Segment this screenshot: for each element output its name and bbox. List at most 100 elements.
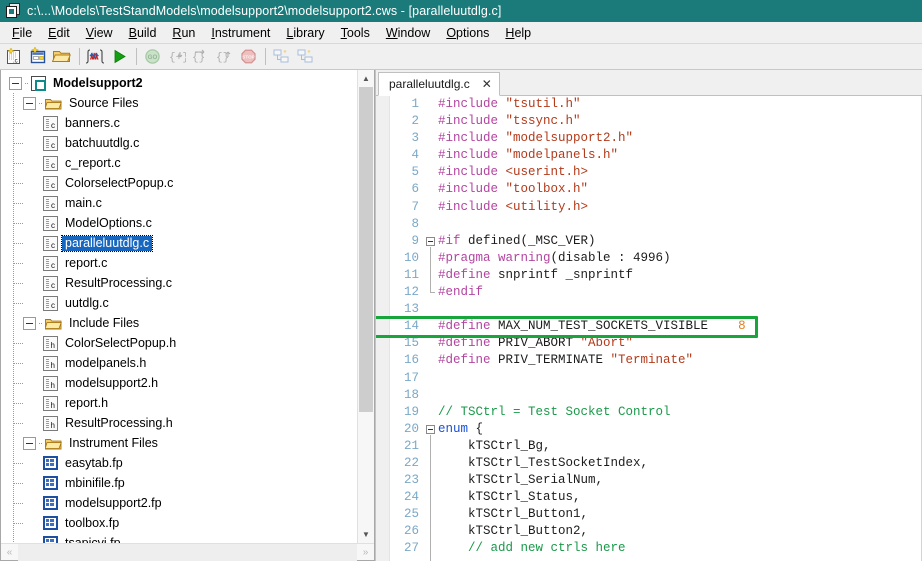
tree-item-file[interactable]: h report.h <box>1 393 357 413</box>
code-token: 4996 <box>633 250 664 265</box>
scroll-left-arrow-icon[interactable]: « <box>1 547 18 558</box>
tree-item-file[interactable]: tsapicvi.fp <box>1 533 357 543</box>
fold-toggle-icon[interactable] <box>426 236 435 246</box>
new-source-file-icon[interactable]: .c <box>3 46 25 68</box>
tree-item-file[interactable]: c uutdlg.c <box>1 293 357 313</box>
tree-item-label: toolbox.fp <box>65 515 120 530</box>
tree-item-file[interactable]: c c_report.c <box>1 153 357 173</box>
code-line[interactable]: #include <userint.h> <box>438 164 922 181</box>
code-line[interactable]: #include "tssync.h" <box>438 113 922 130</box>
code-line[interactable]: // TSCtrl = Test Socket Control <box>438 404 922 421</box>
tab-paralleluutdlg-c[interactable]: paralleluutdlg.c ✕ <box>378 72 500 96</box>
open-folder-icon[interactable] <box>51 46 73 68</box>
menu-instrument[interactable]: Instrument <box>203 24 278 42</box>
tree-item-folder[interactable]: Source Files <box>1 93 357 113</box>
code-line[interactable]: kTSCtrl_Bg, <box>438 438 922 455</box>
menu-help[interactable]: Help <box>497 24 539 42</box>
tree-item-label: modelpanels.h <box>65 355 147 370</box>
tree-item-project[interactable]: Modelsupport2 <box>1 73 357 93</box>
code-line[interactable] <box>438 301 922 318</box>
code-view[interactable]: 1 2 3 4 5 6 7 8 9 10 11 12 13 14 15 16 17 18 19 20 21 22 23 24 2… <box>376 96 922 561</box>
code-token: PRIV_TERMINATE <box>498 353 611 368</box>
run-icon[interactable] <box>108 46 130 68</box>
code-line[interactable] <box>438 370 922 387</box>
tree-item-file[interactable]: toolbox.fp <box>1 513 357 533</box>
menu-build[interactable]: Build <box>121 24 165 42</box>
tree-item-file[interactable]: c banners.c <box>1 113 357 133</box>
menu-edit[interactable]: Edit <box>40 24 78 42</box>
fold-toggle-icon[interactable] <box>426 424 435 434</box>
scroll-up-arrow-icon[interactable]: ▲ <box>358 70 374 87</box>
project-tree[interactable]: Modelsupport2 Source Files c banners.c c batc… <box>1 70 357 543</box>
code-line[interactable]: kTSCtrl_Status, <box>438 489 922 506</box>
tree-item-file[interactable]: h modelsupport2.h <box>1 373 357 393</box>
code-line[interactable]: kTSCtrl_SerialNum, <box>438 472 922 489</box>
code-line[interactable]: #define PRIV_TERMINATE "Terminate" <box>438 352 922 369</box>
tree-item-file[interactable]: h modelpanels.h <box>1 353 357 373</box>
code-line[interactable]: #include "tsutil.h" <box>438 96 922 113</box>
close-icon[interactable]: ✕ <box>482 77 492 91</box>
code-line[interactable]: #include "toolbox.h" <box>438 181 922 198</box>
tree-item-file[interactable]: c batchuutdlg.c <box>1 133 357 153</box>
breakpoint-margin[interactable] <box>376 96 390 561</box>
instrument-panel-icon[interactable] <box>84 46 106 68</box>
tree-vscroll-track[interactable] <box>358 87 374 526</box>
code-line[interactable]: #define PRIV_ABORT "Abort" <box>438 335 922 352</box>
tree-item-folder[interactable]: Include Files <box>1 313 357 333</box>
tree-vertical-scrollbar[interactable]: ▲ ▼ <box>357 70 374 543</box>
menu-options[interactable]: Options <box>438 24 497 42</box>
tree-indent-guide <box>1 213 43 233</box>
code-line[interactable]: #define MAX_NUM_TEST_SOCKETS_VISIBLE 8 <box>438 318 922 335</box>
tree-item-file[interactable]: modelsupport2.fp <box>1 493 357 513</box>
scroll-right-arrow-icon[interactable]: » <box>357 547 374 558</box>
code-text[interactable]: #include "tsutil.h" #include "tssync.h" #i… <box>376 96 922 561</box>
new-ui-file-icon[interactable] <box>27 46 49 68</box>
tree-item-file[interactable]: c ColorselectPopup.c <box>1 173 357 193</box>
tree-item-file[interactable]: h ResultProcessing.h <box>1 413 357 433</box>
menu-library[interactable]: Library <box>278 24 332 42</box>
tree-indent-guide <box>1 473 43 493</box>
code-line[interactable]: enum { <box>438 421 922 438</box>
menu-tools[interactable]: Tools <box>333 24 378 42</box>
tree-hscroll-track[interactable] <box>18 543 357 561</box>
tree-item-file[interactable]: c main.c <box>1 193 357 213</box>
line-number: 11 <box>403 267 419 282</box>
code-line[interactable]: #endif <box>438 284 922 301</box>
code-line[interactable]: #define snprintf _snprintf <box>438 267 922 284</box>
tree-vscroll-thumb[interactable] <box>359 87 373 412</box>
code-line[interactable]: #include <utility.h> <box>438 199 922 216</box>
tree-item-file[interactable]: c paralleluutdlg.c <box>1 233 357 253</box>
code-folding-margin[interactable] <box>424 96 438 561</box>
toolbar: .c GO {+ {} {} STOP <box>0 44 922 70</box>
code-line[interactable] <box>438 387 922 404</box>
code-line[interactable]: #pragma warning(disable : 4996) <box>438 250 922 267</box>
tree-item-file[interactable]: mbinifile.fp <box>1 473 357 493</box>
collapse-expander-icon[interactable] <box>23 436 36 450</box>
menu-run[interactable]: Run <box>164 24 203 42</box>
menu-view[interactable]: View <box>78 24 121 42</box>
tree-item-file[interactable]: easytab.fp <box>1 453 357 473</box>
c-file-icon: c <box>43 115 58 131</box>
collapse-expander-icon[interactable] <box>9 76 22 90</box>
code-line[interactable]: // add new ctrls here <box>438 540 922 557</box>
tree-item-folder[interactable]: Instrument Files <box>1 433 357 453</box>
tree-item-file[interactable]: c ModelOptions.c <box>1 213 357 233</box>
tree-item-file[interactable]: c report.c <box>1 253 357 273</box>
tree-item-file[interactable]: h ColorSelectPopup.h <box>1 333 357 353</box>
code-line[interactable]: kTSCtrl_Button1, <box>438 506 922 523</box>
collapse-expander-icon[interactable] <box>23 96 36 110</box>
code-line[interactable]: kTSCtrl_TestSocketIndex, <box>438 455 922 472</box>
scroll-down-arrow-icon[interactable]: ▼ <box>358 526 374 543</box>
tree-horizontal-scrollbar[interactable]: « » <box>1 543 374 561</box>
menu-bar: File Edit View Build Run Instrument Library Too… <box>0 22 922 44</box>
code-line[interactable]: #include "modelpanels.h" <box>438 147 922 164</box>
tree-item-file[interactable]: c ResultProcessing.c <box>1 273 357 293</box>
collapse-expander-icon[interactable] <box>23 316 36 330</box>
menu-file[interactable]: File <box>4 24 40 42</box>
code-line[interactable]: kTSCtrl_Button2, <box>438 523 922 540</box>
tree-indent-guide <box>1 533 43 543</box>
menu-window[interactable]: Window <box>378 24 438 42</box>
code-line[interactable]: #if defined(_MSC_VER) <box>438 233 922 250</box>
code-line[interactable]: #include "modelsupport2.h" <box>438 130 922 147</box>
code-line[interactable] <box>438 216 922 233</box>
